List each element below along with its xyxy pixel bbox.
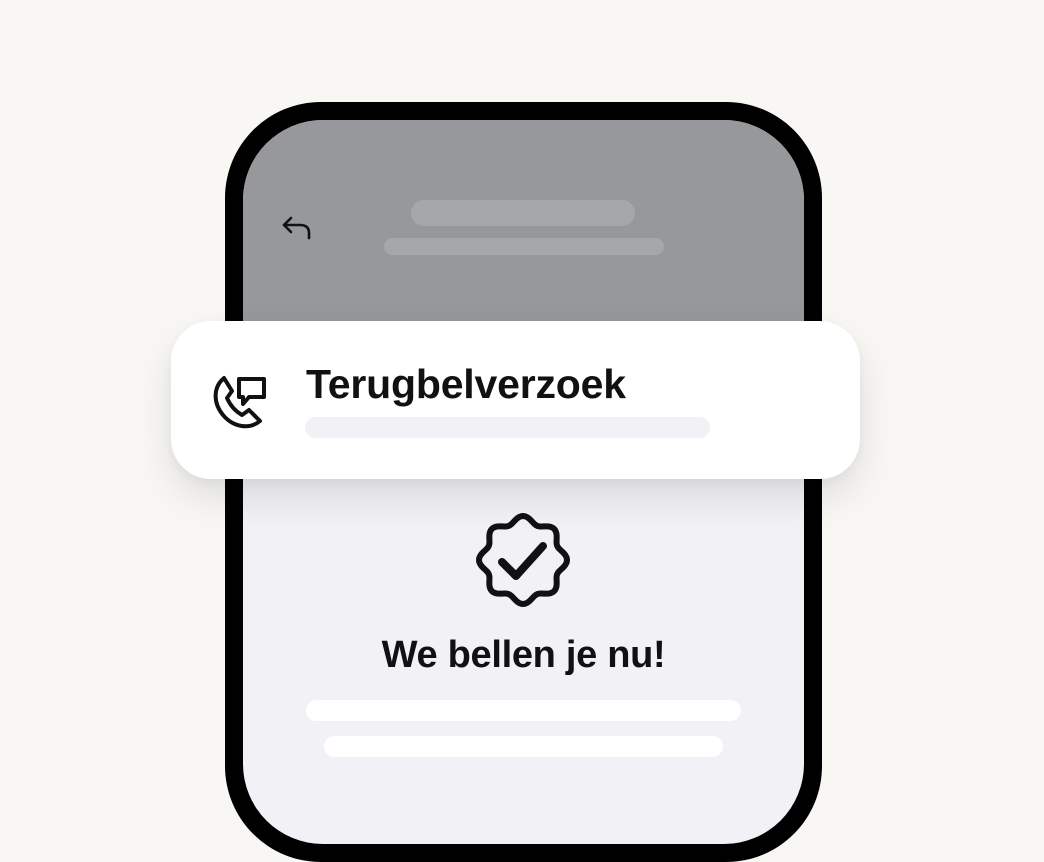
card-title: Terugbelverzoek — [306, 361, 626, 407]
phone-callback-icon — [213, 376, 266, 429]
confirmation-text-placeholder-1 — [306, 700, 741, 721]
header-subtitle-placeholder — [384, 238, 664, 255]
card-subtitle-placeholder — [305, 417, 710, 438]
phone-screen: We bellen je nu! — [243, 120, 804, 844]
back-arrow-icon[interactable] — [281, 214, 313, 242]
phone-frame: We bellen je nu! — [225, 102, 822, 862]
callback-request-card[interactable]: Terugbelverzoek — [171, 321, 860, 479]
header-title-placeholder — [411, 200, 635, 226]
verified-badge-check-icon — [476, 513, 570, 607]
confirmation-text-placeholder-2 — [324, 736, 723, 757]
confirmation-title: We bellen je nu! — [381, 634, 666, 676]
